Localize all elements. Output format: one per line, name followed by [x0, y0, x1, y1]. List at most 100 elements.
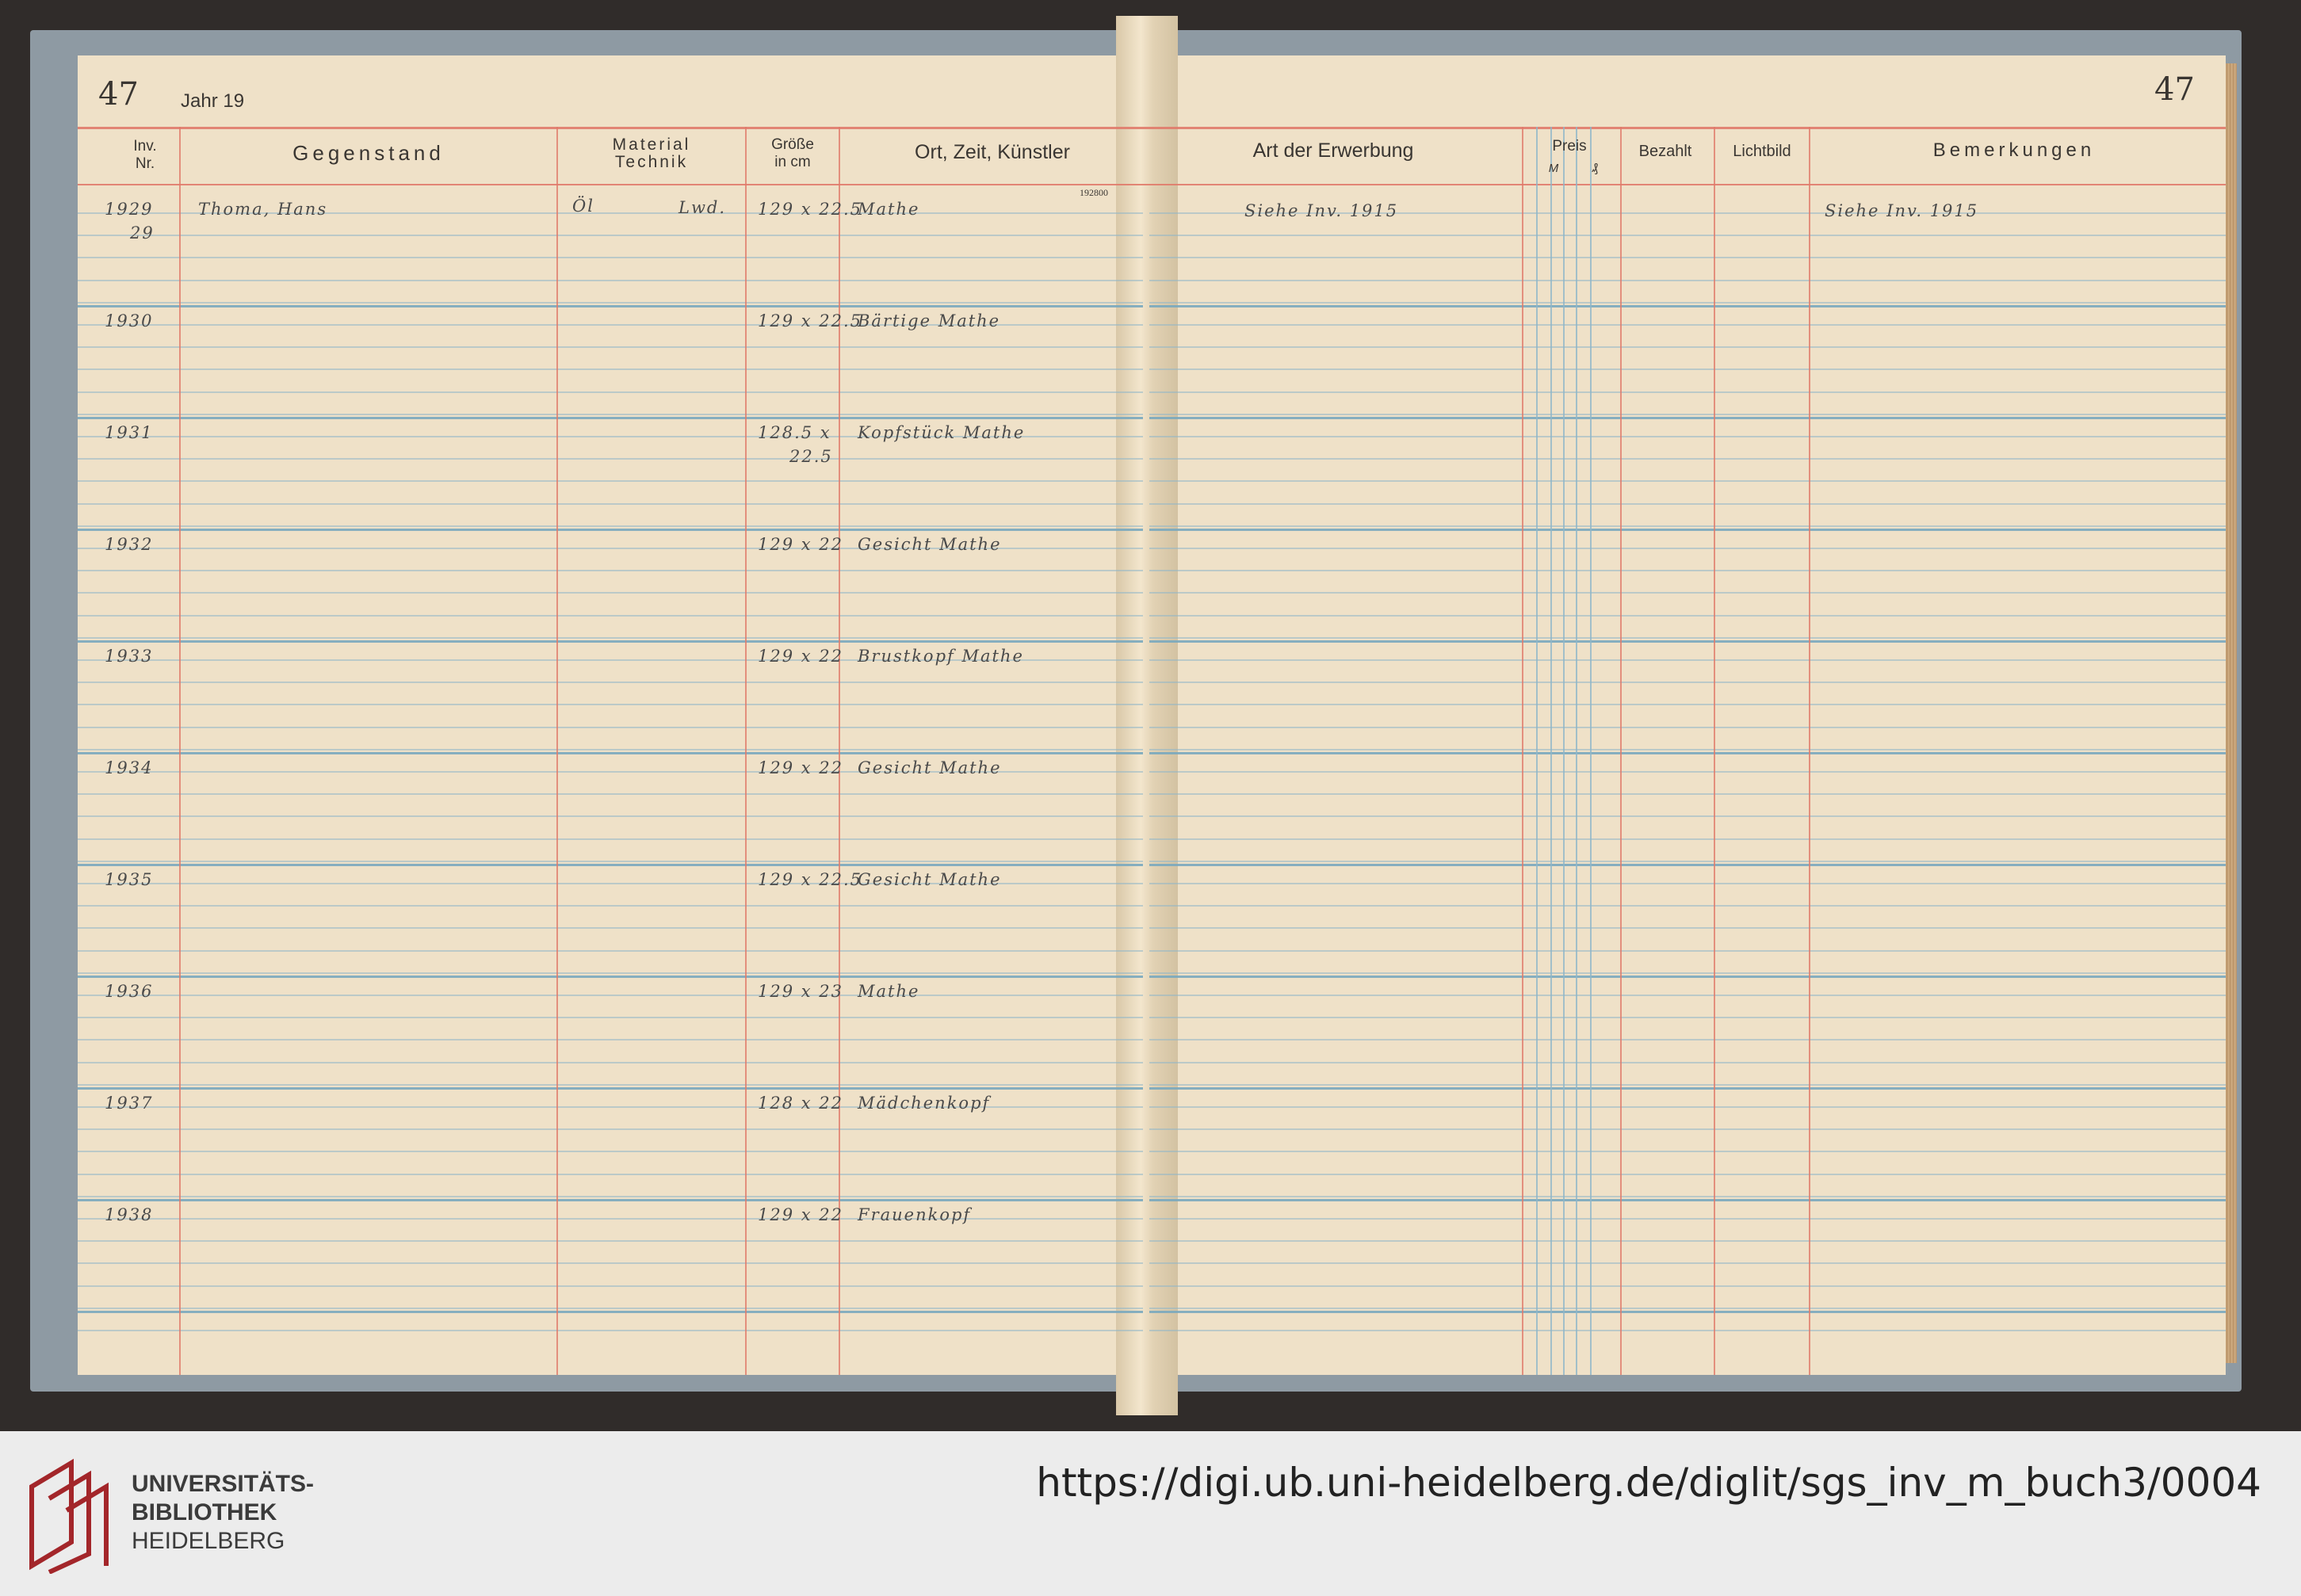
- header-preis: Preis: [1552, 138, 1587, 155]
- ruling-line: [1149, 864, 2226, 866]
- ruling-line: [1149, 1240, 2226, 1242]
- entry-gegenstand: Thoma, Hans: [198, 200, 328, 219]
- ruling-line: [1149, 1196, 2226, 1197]
- ruling-line: [1149, 436, 2226, 437]
- ruling-line: [78, 1199, 1143, 1201]
- ruling-line: [1149, 1199, 2226, 1201]
- entry-material: Öl: [572, 197, 594, 216]
- entry-inv-nr: 1938: [105, 1205, 154, 1224]
- ruling-line: [78, 1285, 1143, 1287]
- entry-ort: Mathe: [858, 200, 920, 219]
- entry-ort: Gesicht Mathe: [858, 758, 1002, 777]
- ruling-line: [1149, 480, 2226, 482]
- ruling-line: [78, 391, 1143, 393]
- page-number-left: 47: [98, 76, 139, 113]
- entry-inv-nr: 1937: [105, 1094, 154, 1113]
- ruling-line: [1149, 749, 2226, 750]
- ruling-line: [78, 184, 2226, 185]
- ruling-line: [1149, 1262, 2226, 1264]
- library-name-line2: BIBLIOTHEK: [132, 1499, 277, 1525]
- ruling-line: [78, 815, 1143, 817]
- ruling-line: [1149, 838, 2226, 840]
- ruling-line: [1149, 1106, 2226, 1108]
- entry-groesse: 129 x 23: [758, 982, 843, 1001]
- entry-groesse: 129 x 22: [758, 1205, 843, 1224]
- header-gegenstand: Gegenstand: [292, 141, 445, 165]
- header-material: Material Technik: [612, 136, 691, 171]
- ruling-line: [78, 752, 1143, 754]
- ruling-line: [78, 1311, 1143, 1313]
- ruling-line: [78, 1087, 1143, 1090]
- left-page: [78, 55, 1146, 1375]
- header-preis-pf: ₰: [1592, 162, 1598, 175]
- year-label: Jahr 19: [181, 90, 245, 112]
- entry-ort: Mathe: [858, 982, 920, 1001]
- ruling-line: [78, 529, 1143, 531]
- ruling-line: [1149, 883, 2226, 884]
- ruling-line: [1149, 1285, 2226, 1287]
- ruling-line: [1149, 861, 2226, 862]
- ruling-line: [78, 503, 1143, 505]
- ruling-line: [78, 368, 1143, 370]
- ruling-line: [1149, 1062, 2226, 1063]
- entry-ort: Frauenkopf: [858, 1205, 972, 1224]
- ruling-line: [1149, 1084, 2226, 1086]
- ruling-line: [1149, 793, 2226, 795]
- entry-groesse: 129 x 22: [758, 647, 843, 666]
- entry-groesse: 129 x 22.5: [758, 200, 863, 219]
- entry-groesse-secondary: 22.5: [789, 447, 833, 466]
- ruling-line: [78, 302, 1143, 304]
- entry-inv-nr: 1931: [105, 423, 154, 442]
- header-groesse: Größe in cm: [771, 136, 814, 170]
- ruling-line: [78, 525, 1143, 527]
- ruling-line: [1149, 905, 2226, 907]
- ruling-line: [78, 1240, 1143, 1242]
- ruling-line: [78, 637, 1143, 639]
- entry-groesse: 129 x 22: [758, 535, 843, 554]
- ruling-line: [1149, 815, 2226, 817]
- entry-inv-nr: 1932: [105, 535, 154, 554]
- header-inv-nr: Inv. Nr.: [133, 138, 157, 172]
- library-name-line3: HEIDELBERG: [132, 1528, 285, 1554]
- page-edges: [2226, 63, 2237, 1363]
- ruling-line: [78, 640, 1143, 643]
- right-page: [1146, 55, 2226, 1375]
- entry-inv-nr: 1936: [105, 982, 154, 1001]
- entry-ort: Brustkopf Mathe: [858, 647, 1024, 666]
- ruling-line: [1149, 525, 2226, 527]
- column-rule: [1522, 127, 1523, 1375]
- entry-erwerbung: Siehe Inv. 1915: [1244, 201, 1399, 220]
- ruling-line: [1149, 1218, 2226, 1220]
- ruling-line: [78, 1062, 1143, 1063]
- column-rule: [1620, 127, 1622, 1375]
- ruling-line: [1149, 324, 2226, 326]
- ruling-line: [1149, 637, 2226, 639]
- entry-inv-nr: 1929: [105, 200, 154, 219]
- ruling-line: [1149, 235, 2226, 236]
- entry-ort: Gesicht Mathe: [858, 870, 1002, 889]
- ruling-line: [78, 417, 1143, 419]
- ruling-line: [78, 346, 1143, 348]
- ruling-line: [1149, 771, 2226, 773]
- ruling-line: [78, 280, 1143, 281]
- entry-groesse: 129 x 22: [758, 758, 843, 777]
- ruling-line: [78, 414, 1143, 415]
- document-url[interactable]: https://digi.ub.uni-heidelberg.de/diglit…: [1036, 1460, 2261, 1506]
- column-rule: [1563, 127, 1565, 1375]
- header-preis-m: M: [1548, 162, 1559, 175]
- entry-groesse: 128.5 x: [758, 423, 831, 442]
- scan-area: 47 47 Jahr 19 192800 Inv. Nr. Gegenstand…: [0, 0, 2301, 1431]
- entry-inv-nr: 1935: [105, 870, 154, 889]
- entry-inv-nr: 1933: [105, 647, 154, 666]
- ruling-line: [78, 976, 1143, 978]
- ruling-line: [1149, 752, 2226, 754]
- ruling-line: [78, 458, 1143, 460]
- entry-inv-nr-secondary: 29: [130, 223, 155, 242]
- page-number-right: 47: [2154, 71, 2195, 108]
- ruling-line: [1149, 1017, 2226, 1018]
- ruling-line: [1149, 972, 2226, 974]
- entry-ort: Gesicht Mathe: [858, 535, 1002, 554]
- ruling-line: [1149, 592, 2226, 594]
- ruling-line: [78, 1017, 1143, 1018]
- column-rule: [1809, 127, 1810, 1375]
